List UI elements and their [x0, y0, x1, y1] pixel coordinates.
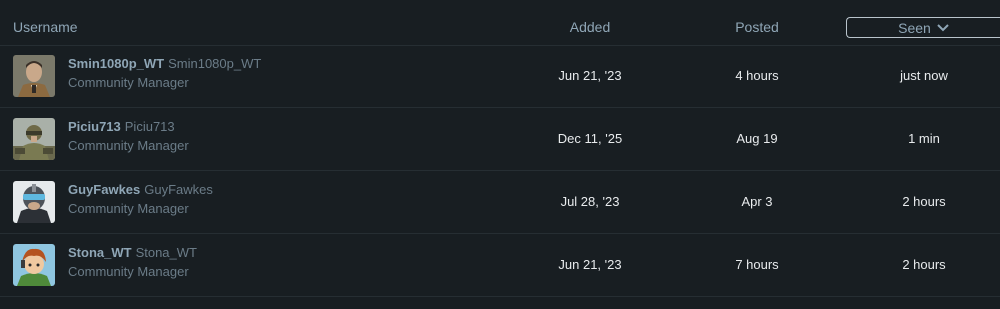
- added-date: Jun 21, '23: [558, 257, 622, 272]
- posted-time: Aug 19: [736, 131, 778, 146]
- table-row[interactable]: Piciu713 Piciu713 Community Manager Dec 1…: [0, 108, 1000, 171]
- table-header: Username Added Posted Seen: [0, 0, 1000, 46]
- username-link[interactable]: Stona_WT: [68, 245, 132, 260]
- column-header-seen-sort-button[interactable]: Seen: [846, 17, 1000, 38]
- added-date: Jul 28, '23: [560, 194, 620, 209]
- seen-time: 2 hours: [902, 257, 946, 272]
- avatar[interactable]: [13, 118, 55, 160]
- user-full-name: Piciu713: [124, 119, 175, 134]
- column-header-added[interactable]: Added: [540, 19, 640, 35]
- seen-time: 2 hours: [902, 194, 946, 209]
- avatar[interactable]: [13, 181, 55, 223]
- added-date: Dec 11, '25: [557, 131, 623, 146]
- user-full-name: Smin1080p_WT: [168, 56, 262, 71]
- user-names: Stona_WT Stona_WT: [68, 245, 197, 260]
- column-header-seen-label: Seen: [898, 19, 931, 36]
- posted-time: 4 hours: [735, 68, 779, 83]
- username-link[interactable]: Piciu713: [68, 119, 121, 134]
- user-title: Community Manager: [68, 201, 189, 216]
- user-title: Community Manager: [68, 138, 189, 153]
- avatar[interactable]: [13, 244, 55, 286]
- username-link[interactable]: GuyFawkes: [68, 182, 140, 197]
- table-row[interactable]: Stona_WT Stona_WT Community Manager Jun 2…: [0, 234, 1000, 297]
- user-names: Smin1080p_WT Smin1080p_WT: [68, 56, 261, 71]
- user-title: Community Manager: [68, 75, 189, 90]
- column-header-username[interactable]: Username: [13, 19, 78, 35]
- user-names: Piciu713 Piciu713: [68, 119, 175, 134]
- chevron-down-icon: [937, 23, 949, 31]
- user-names: GuyFawkes GuyFawkes: [68, 182, 213, 197]
- user-full-name: Stona_WT: [135, 245, 197, 260]
- posted-time: 7 hours: [735, 257, 779, 272]
- added-date: Jun 21, '23: [558, 68, 622, 83]
- avatar[interactable]: [13, 55, 55, 97]
- seen-time: 1 min: [908, 131, 940, 146]
- table-row[interactable]: Smin1080p_WT Smin1080p_WT Community Manag…: [0, 45, 1000, 108]
- table-row[interactable]: GuyFawkes GuyFawkes Community Manager Jul…: [0, 171, 1000, 234]
- user-full-name: GuyFawkes: [144, 182, 213, 197]
- column-header-posted[interactable]: Posted: [707, 19, 807, 35]
- seen-time: just now: [900, 68, 948, 83]
- user-title: Community Manager: [68, 264, 189, 279]
- posted-time: Apr 3: [741, 194, 773, 209]
- avatar[interactable]: [13, 305, 55, 309]
- username-link[interactable]: Smin1080p_WT: [68, 56, 164, 71]
